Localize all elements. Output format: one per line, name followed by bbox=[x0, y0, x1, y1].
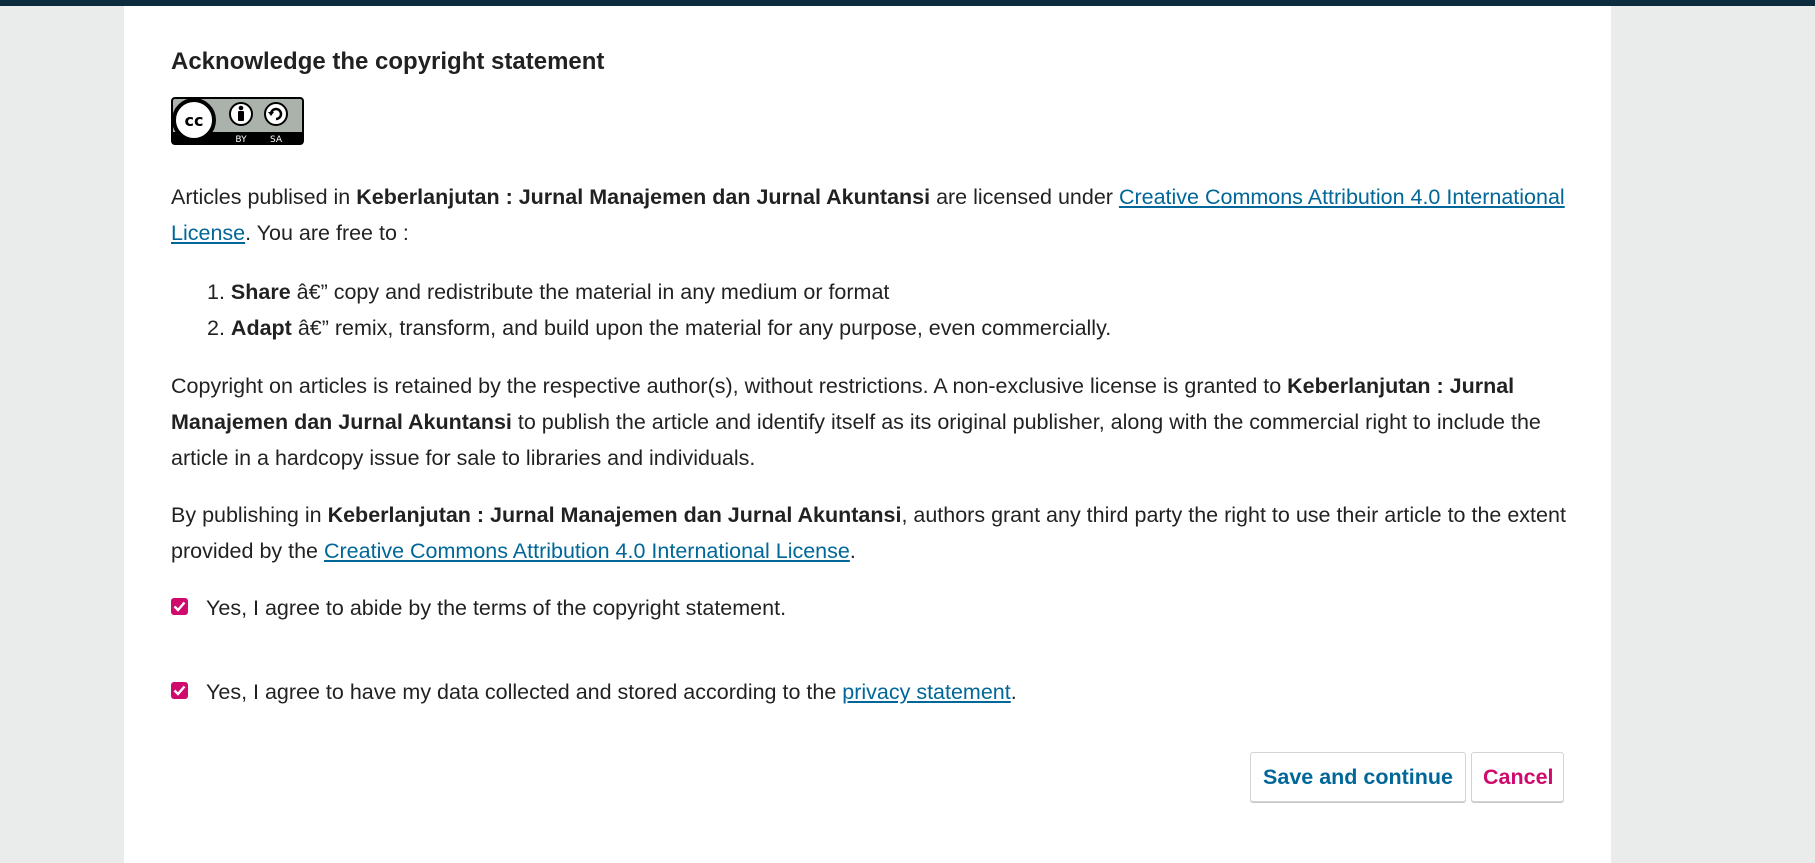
list-item-desc: â€” remix, transform, and build upon the… bbox=[291, 316, 1112, 340]
license-paragraph: Articles publised in Keberlanjutan : Jur… bbox=[171, 179, 1571, 251]
cc-license-link[interactable]: Creative Commons Attribution 4.0 Interna… bbox=[324, 539, 850, 563]
list-item-number: 2. bbox=[207, 316, 225, 340]
license-paragraph-middle: are licensed under bbox=[930, 185, 1119, 209]
save-and-continue-button[interactable]: Save and continue bbox=[1250, 752, 1466, 802]
freedoms-list: 1. Share â€” copy and redistribute the m… bbox=[207, 274, 1111, 346]
section-heading: Acknowledge the copyright statement bbox=[171, 48, 605, 75]
list-item-number: 1. bbox=[207, 280, 225, 304]
checkmark-icon bbox=[173, 601, 186, 612]
privacy-agree-prefix: Yes, I agree to have my data collected a… bbox=[206, 680, 843, 704]
privacy-agree-row[interactable]: Yes, I agree to have my data collected a… bbox=[171, 674, 1017, 710]
journal-name: Keberlanjutan : Jurnal Manajemen dan Jur… bbox=[356, 185, 931, 209]
privacy-agree-suffix: . bbox=[1010, 680, 1017, 704]
privacy-agree-checkbox[interactable] bbox=[171, 681, 188, 699]
publishing-paragraph: By publishing in Keberlanjutan : Jurnal … bbox=[171, 497, 1571, 569]
list-item: 2. Adapt â€” remix, transform, and build… bbox=[207, 310, 1111, 346]
list-item-desc: â€” copy and redistribute the material i… bbox=[290, 280, 890, 304]
svg-text:cc: cc bbox=[185, 111, 204, 130]
journal-name: Keberlanjutan : Jurnal Manajemen dan Jur… bbox=[327, 503, 902, 527]
checkmark-icon bbox=[173, 685, 186, 696]
license-paragraph-prefix: Articles publised in bbox=[171, 185, 357, 209]
badge-sa-text: SA bbox=[270, 135, 283, 145]
cancel-button[interactable]: Cancel bbox=[1471, 752, 1564, 802]
copyright-agree-checkbox[interactable] bbox=[171, 597, 188, 615]
license-paragraph-suffix: . You are free to : bbox=[245, 221, 409, 245]
publishing-paragraph-prefix: By publishing in bbox=[171, 503, 328, 527]
copyright-agree-label: Yes, I agree to abide by the terms of th… bbox=[206, 596, 787, 620]
privacy-agree-label: Yes, I agree to have my data collected a… bbox=[206, 674, 1017, 710]
badge-by-text: BY bbox=[235, 135, 247, 145]
cc-by-sa-badge-icon: cc BY SA bbox=[171, 97, 304, 145]
copyright-paragraph-prefix: Copyright on articles is retained by the… bbox=[171, 374, 1288, 398]
list-item-term: Share bbox=[230, 280, 291, 304]
copyright-agree-row[interactable]: Yes, I agree to abide by the terms of th… bbox=[171, 590, 786, 626]
copyright-paragraph: Copyright on articles is retained by the… bbox=[171, 368, 1571, 476]
main-panel: Acknowledge the copyright statement cc B… bbox=[124, 6, 1611, 863]
list-item: 1. Share â€” copy and redistribute the m… bbox=[207, 274, 1111, 310]
list-item-term: Adapt bbox=[230, 316, 292, 340]
publishing-paragraph-suffix: . bbox=[849, 539, 856, 563]
privacy-statement-link[interactable]: privacy statement bbox=[842, 680, 1010, 704]
